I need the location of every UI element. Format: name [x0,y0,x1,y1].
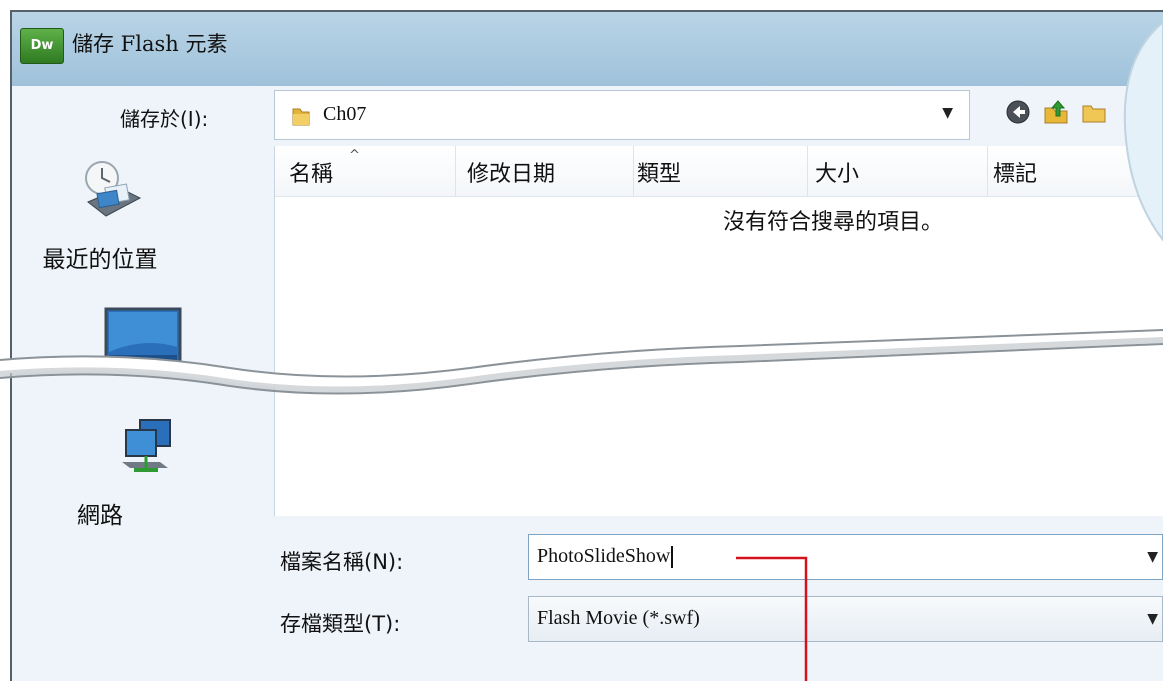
decorative-overlay [0,20,1163,681]
magnifier-lens [1123,20,1163,242]
callout-line [736,556,808,681]
